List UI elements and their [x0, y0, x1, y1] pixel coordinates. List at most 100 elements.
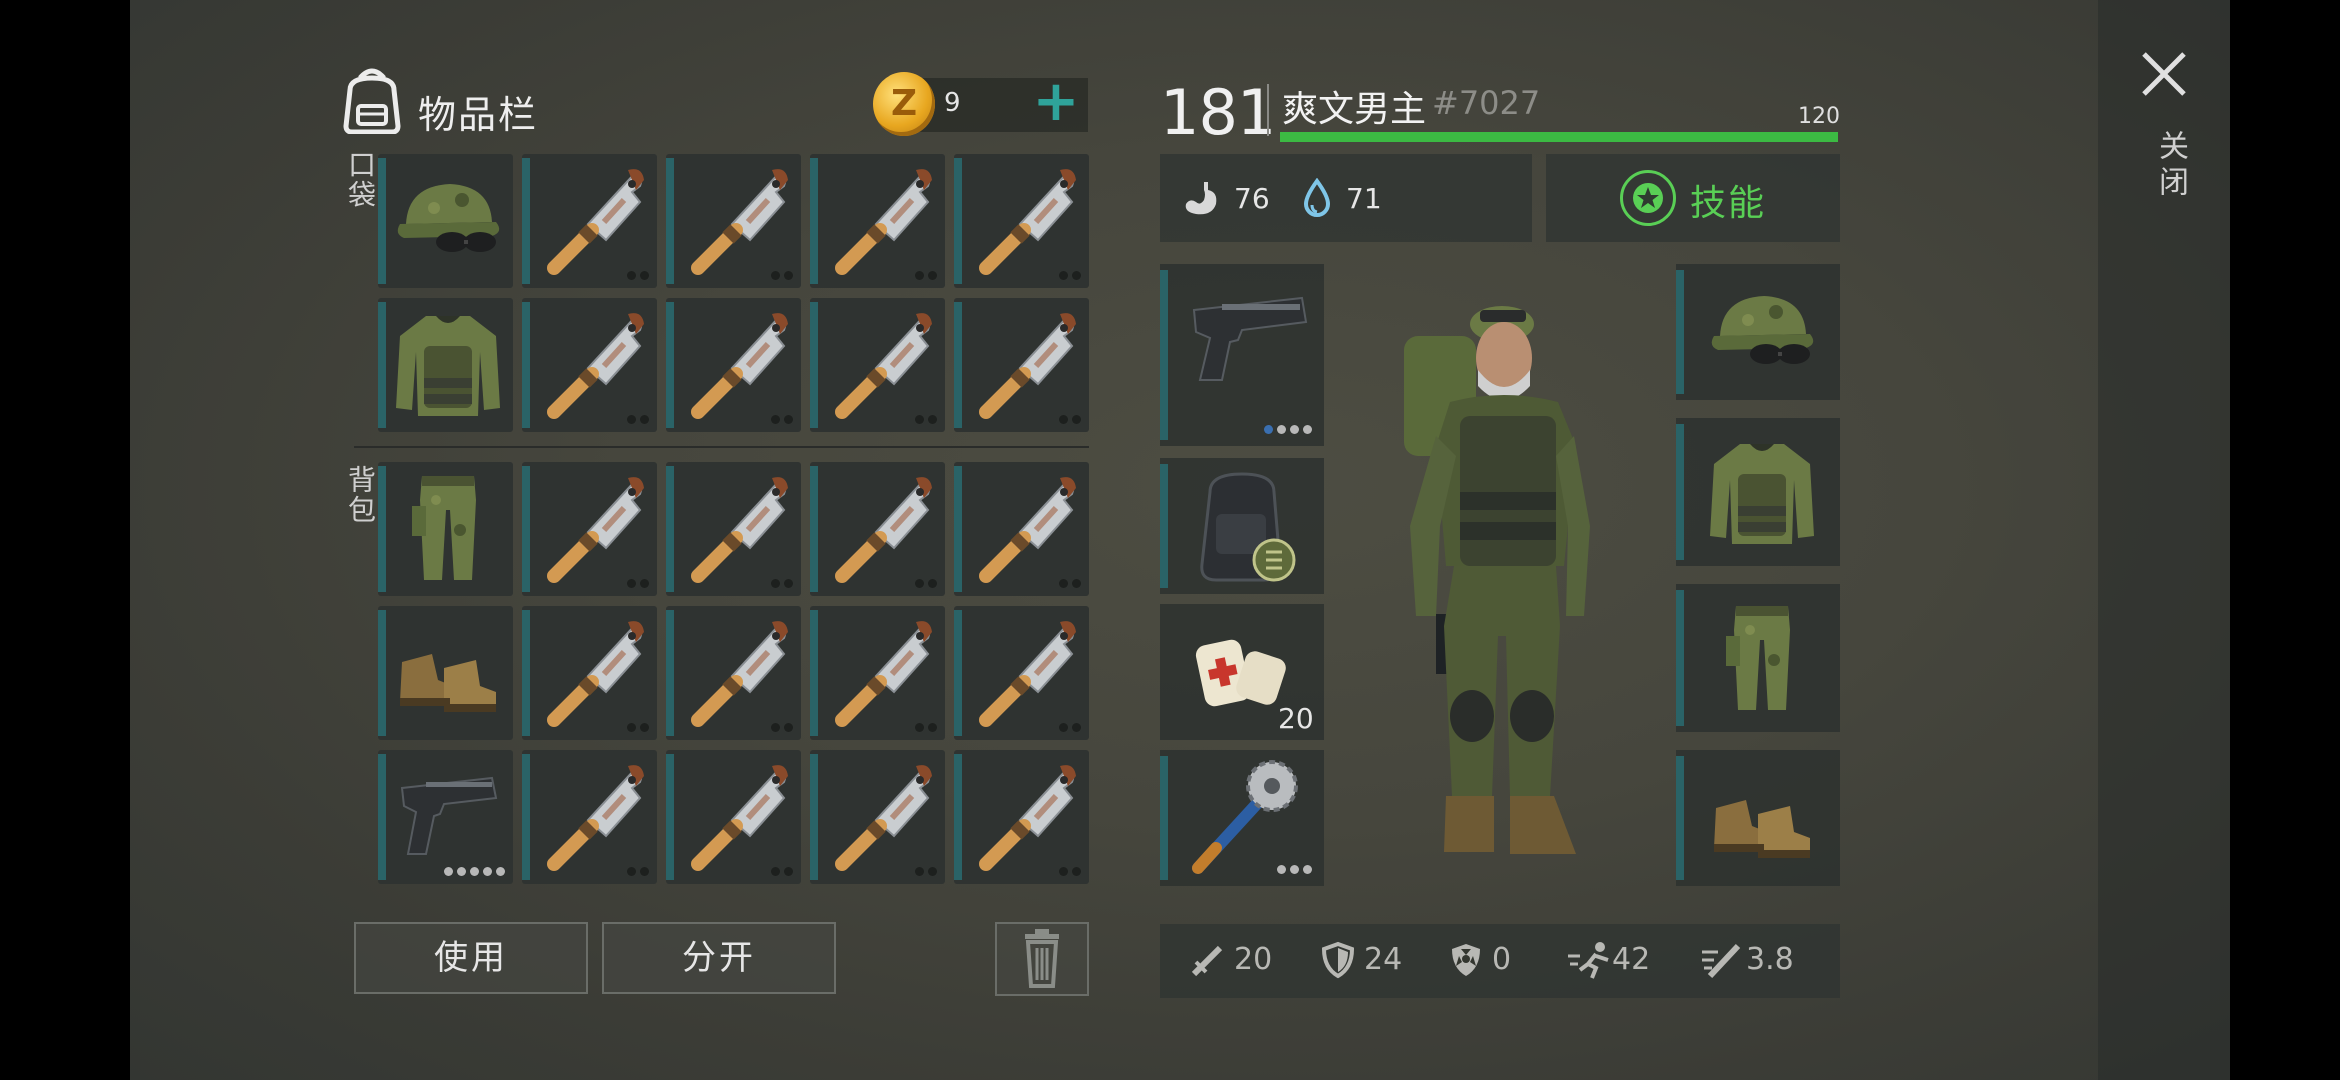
inventory-title: 物品栏 [418, 93, 539, 137]
backpack-slot[interactable] [810, 462, 945, 596]
stat-value: 3.8 [1746, 942, 1794, 977]
durability-bar [954, 302, 962, 428]
skills-label: 技能 [1690, 183, 1767, 224]
backpack-slot[interactable] [522, 606, 657, 740]
backpack-slot[interactable] [810, 606, 945, 740]
backpack-slot[interactable] [378, 750, 513, 884]
durability-bar [954, 158, 962, 284]
durability-bar [522, 610, 530, 736]
backpack-slot[interactable] [522, 462, 657, 596]
backpack-slot[interactable] [666, 606, 801, 740]
durability-bar [810, 158, 818, 284]
backpack-icon [343, 68, 401, 134]
pocket-slot[interactable] [378, 298, 513, 432]
backpack-slot[interactable] [378, 462, 513, 596]
durability-bar [666, 466, 674, 592]
stat-value: 20 [1234, 942, 1273, 977]
backpack-slot[interactable] [522, 750, 657, 884]
jacket-icon [1706, 434, 1818, 554]
health-value: 120 [1798, 104, 1840, 129]
run-icon [1566, 940, 1616, 984]
backpack-slot[interactable] [954, 750, 1089, 884]
water-drop-icon [1303, 178, 1331, 217]
speed-attack-icon [1700, 940, 1746, 984]
coin-icon: Z [873, 72, 935, 136]
pocket-label: 口袋 [344, 150, 377, 210]
pants-icon [1706, 600, 1818, 720]
durability-bar [1676, 270, 1684, 394]
backpack-slot[interactable] [378, 606, 513, 740]
durability-bar [522, 466, 530, 592]
durability-bar [1676, 590, 1684, 726]
pocket-slot[interactable] [666, 154, 801, 288]
durability-bar [666, 754, 674, 880]
durability-bar [522, 158, 530, 284]
durability-bar [810, 466, 818, 592]
use-button[interactable]: 使用 [354, 922, 588, 994]
split-button[interactable]: 分开 [602, 922, 836, 994]
saw-mace-icon [1192, 760, 1298, 874]
player-id: #7027 [1432, 84, 1541, 122]
health-bar-fill [1280, 132, 1838, 142]
durability-bar [522, 302, 530, 428]
pocket-slot[interactable] [954, 298, 1089, 432]
durability-bar [378, 754, 386, 880]
pistol-icon [1192, 296, 1308, 381]
pocket-slot[interactable] [522, 154, 657, 288]
melee-slot[interactable] [1160, 750, 1324, 886]
armor-slot-pants[interactable] [1676, 584, 1840, 732]
durability-bar [666, 302, 674, 428]
backpack-slot[interactable] [954, 606, 1089, 740]
durability-bar [810, 302, 818, 428]
cap-icon [1706, 274, 1818, 394]
armor-slot-cap[interactable] [1676, 264, 1840, 400]
armor-slot-boots[interactable] [1676, 750, 1840, 886]
pocket-slot[interactable] [810, 154, 945, 288]
coin-count: 9 [944, 88, 961, 118]
trash-icon [1025, 929, 1059, 988]
durability-bar [810, 610, 818, 736]
backpack-slot[interactable] [1160, 458, 1324, 594]
durability-bar [1676, 756, 1684, 880]
durability-bar [378, 610, 386, 736]
bandage-count: 20 [1278, 702, 1314, 735]
coin-symbol: Z [890, 83, 918, 124]
durability-bar [954, 610, 962, 736]
player-level: 181 [1160, 76, 1276, 149]
shield-icon [1318, 940, 1358, 984]
close-icon[interactable] [2138, 48, 2190, 100]
star-icon [1620, 170, 1676, 226]
stat-value: 0 [1492, 942, 1512, 977]
pocket-slot[interactable] [954, 154, 1089, 288]
pocket-slot[interactable] [666, 298, 801, 432]
character-model [1404, 306, 1590, 854]
tactical-backpack-icon [1200, 472, 1296, 582]
durability-bar [522, 754, 530, 880]
section-divider [354, 446, 1089, 448]
pocket-slot[interactable] [522, 298, 657, 432]
durability-bar [954, 754, 962, 880]
medical-slot[interactable]: 20 [1160, 604, 1324, 740]
backpack-slot[interactable] [954, 462, 1089, 596]
food-value: 76 [1234, 182, 1270, 215]
weapon-slot[interactable] [1160, 264, 1324, 446]
backpack-slot[interactable] [810, 750, 945, 884]
player-name: 爽文男主 [1282, 89, 1427, 130]
pocket-slot[interactable] [810, 298, 945, 432]
durability-bar [378, 466, 386, 592]
backpack-slot[interactable] [666, 750, 801, 884]
backpack-slot[interactable] [666, 462, 801, 596]
boots-icon [1706, 760, 1818, 880]
durability-bar [666, 158, 674, 284]
stat-value: 42 [1612, 942, 1651, 977]
water-value: 71 [1346, 182, 1382, 215]
durability-bar [810, 754, 818, 880]
delete-button[interactable] [995, 922, 1089, 996]
armor-slot-jacket[interactable] [1676, 418, 1840, 566]
close-label[interactable]: 关闭 [2148, 130, 2192, 202]
add-coins-button[interactable]: + [1030, 72, 1082, 136]
pocket-slot[interactable] [378, 154, 513, 288]
durability-bar [954, 466, 962, 592]
durability-bar [666, 610, 674, 736]
sword-icon [1188, 940, 1228, 984]
